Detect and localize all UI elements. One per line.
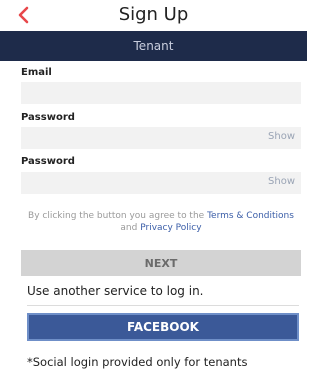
email-field[interactable] [21, 82, 301, 105]
terms-prefix: By clicking the button you agree to the [28, 211, 208, 221]
role-bar: Tenant [0, 31, 307, 61]
email-field-wrapper [21, 82, 301, 105]
facebook-login-button[interactable]: FACEBOOK [27, 313, 299, 341]
other-service-text: Use another service to log in. [27, 284, 204, 298]
privacy-policy-link[interactable]: Privacy Policy [140, 223, 201, 233]
terms-link[interactable]: Terms & Conditions [207, 211, 294, 221]
confirm-password-field-wrapper: Show [21, 172, 301, 195]
confirm-password-show-toggle[interactable]: Show [268, 176, 295, 187]
password-label: Password [21, 112, 75, 123]
confirm-password-label: Password [21, 156, 75, 167]
next-button[interactable]: NEXT [21, 250, 301, 276]
password-field-wrapper: Show [21, 127, 301, 150]
divider [27, 305, 299, 306]
page-title: Sign Up [118, 4, 189, 25]
social-login-note: *Social login provided only for tenants [27, 355, 248, 369]
password-show-toggle[interactable]: Show [268, 131, 295, 142]
app-header: Sign Up [0, 0, 307, 31]
confirm-password-field[interactable] [21, 172, 301, 195]
role-label: Tenant [133, 39, 174, 53]
terms-notice: By clicking the button you agree to the … [21, 210, 301, 234]
password-field[interactable] [21, 127, 301, 150]
email-label: Email [21, 67, 52, 78]
terms-and: and [120, 223, 141, 233]
